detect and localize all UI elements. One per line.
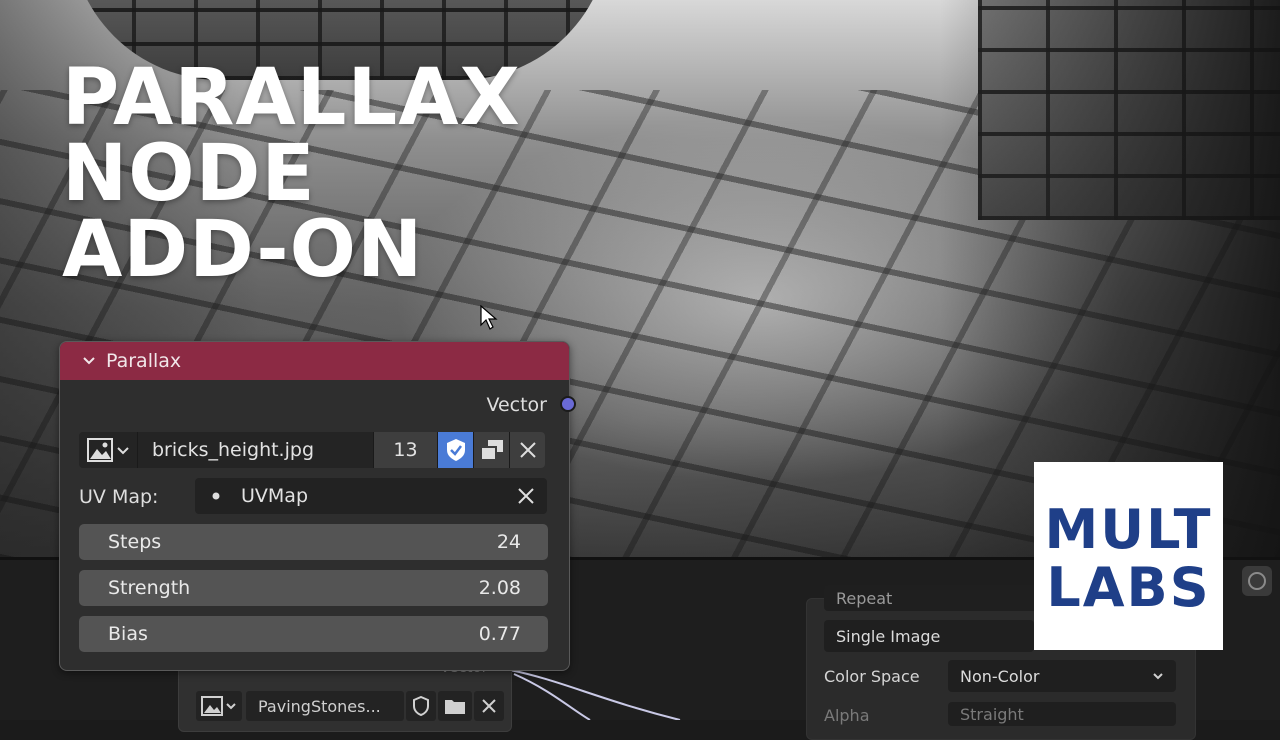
bias-value: 0.77 xyxy=(478,623,521,645)
uv-map-label: UV Map: xyxy=(79,486,159,508)
fake-user-button[interactable] xyxy=(406,691,436,721)
image-name-field[interactable]: bricks_height.jpg xyxy=(137,432,373,468)
steps-value: 24 xyxy=(496,531,521,553)
fake-user-button[interactable] xyxy=(437,432,473,468)
logo-line-2: LABS xyxy=(1046,556,1211,619)
logo-line-1: MULT xyxy=(1044,498,1213,561)
uv-map-value: UVMap xyxy=(241,485,309,507)
parallax-node-header[interactable]: Parallax xyxy=(60,342,569,380)
image-users-count[interactable]: 13 xyxy=(373,432,437,468)
chevron-down-icon[interactable] xyxy=(82,354,96,368)
open-image-button[interactable] xyxy=(438,691,472,721)
color-space-value: Non-Color xyxy=(960,666,1040,686)
mouse-cursor-icon xyxy=(480,305,498,330)
bias-label: Bias xyxy=(108,623,148,645)
multlabs-logo: MULT LABS xyxy=(1034,462,1223,650)
title-line-1: PARALLAX xyxy=(62,53,521,143)
node-toggle-button[interactable] xyxy=(1242,566,1272,596)
strength-label: Strength xyxy=(108,577,191,599)
unlink-image-button[interactable] xyxy=(474,691,504,721)
height-image-selector: bricks_height.jpg 13 xyxy=(79,432,545,468)
steps-label: Steps xyxy=(108,531,162,553)
page-title: PARALLAX NODE ADD-ON xyxy=(62,53,521,295)
vector-output-label: Vector xyxy=(486,394,547,416)
image-texture-selector: PavingStones... xyxy=(196,690,504,722)
source-dropdown[interactable]: Single Image xyxy=(824,620,1034,652)
steps-slider[interactable]: Steps 24 xyxy=(79,524,548,560)
title-line-2: NODE xyxy=(62,129,316,219)
image-name-field[interactable]: PavingStones... xyxy=(246,691,404,721)
chevron-down-icon xyxy=(1153,673,1163,680)
shield-icon xyxy=(413,696,429,716)
folder-icon xyxy=(445,700,465,714)
vector-output-socket[interactable] xyxy=(560,396,576,412)
parallax-node[interactable]: Parallax Vector bricks_height.jpg 13 UV … xyxy=(59,341,576,671)
bias-slider[interactable]: Bias 0.77 xyxy=(79,616,548,652)
color-space-dropdown[interactable]: Non-Color xyxy=(948,660,1176,692)
image-browse-button[interactable] xyxy=(79,432,137,468)
alpha-dropdown[interactable]: Straight xyxy=(948,702,1176,726)
duplicate-image-button[interactable] xyxy=(473,432,509,468)
shield-icon xyxy=(446,439,465,461)
image-browse-button[interactable] xyxy=(196,691,242,721)
close-icon xyxy=(482,699,496,713)
close-icon xyxy=(519,442,536,458)
parallax-node-title: Parallax xyxy=(106,350,182,372)
uv-map-field[interactable]: UVMap xyxy=(195,478,547,514)
image-icon xyxy=(86,438,113,462)
chevron-down-icon xyxy=(116,447,129,455)
link-icon xyxy=(1248,572,1266,590)
unlink-image-button[interactable] xyxy=(509,432,545,468)
strength-slider[interactable]: Strength 2.08 xyxy=(79,570,548,606)
strength-value: 2.08 xyxy=(478,577,521,599)
duplicate-icon xyxy=(479,440,503,461)
image-icon xyxy=(201,696,223,716)
dot-icon xyxy=(212,492,220,500)
title-line-3: ADD-ON xyxy=(62,205,424,295)
alpha-label: Alpha xyxy=(824,706,870,725)
color-space-label: Color Space xyxy=(824,667,920,686)
close-icon[interactable] xyxy=(517,487,535,505)
chevron-down-icon xyxy=(226,703,236,710)
